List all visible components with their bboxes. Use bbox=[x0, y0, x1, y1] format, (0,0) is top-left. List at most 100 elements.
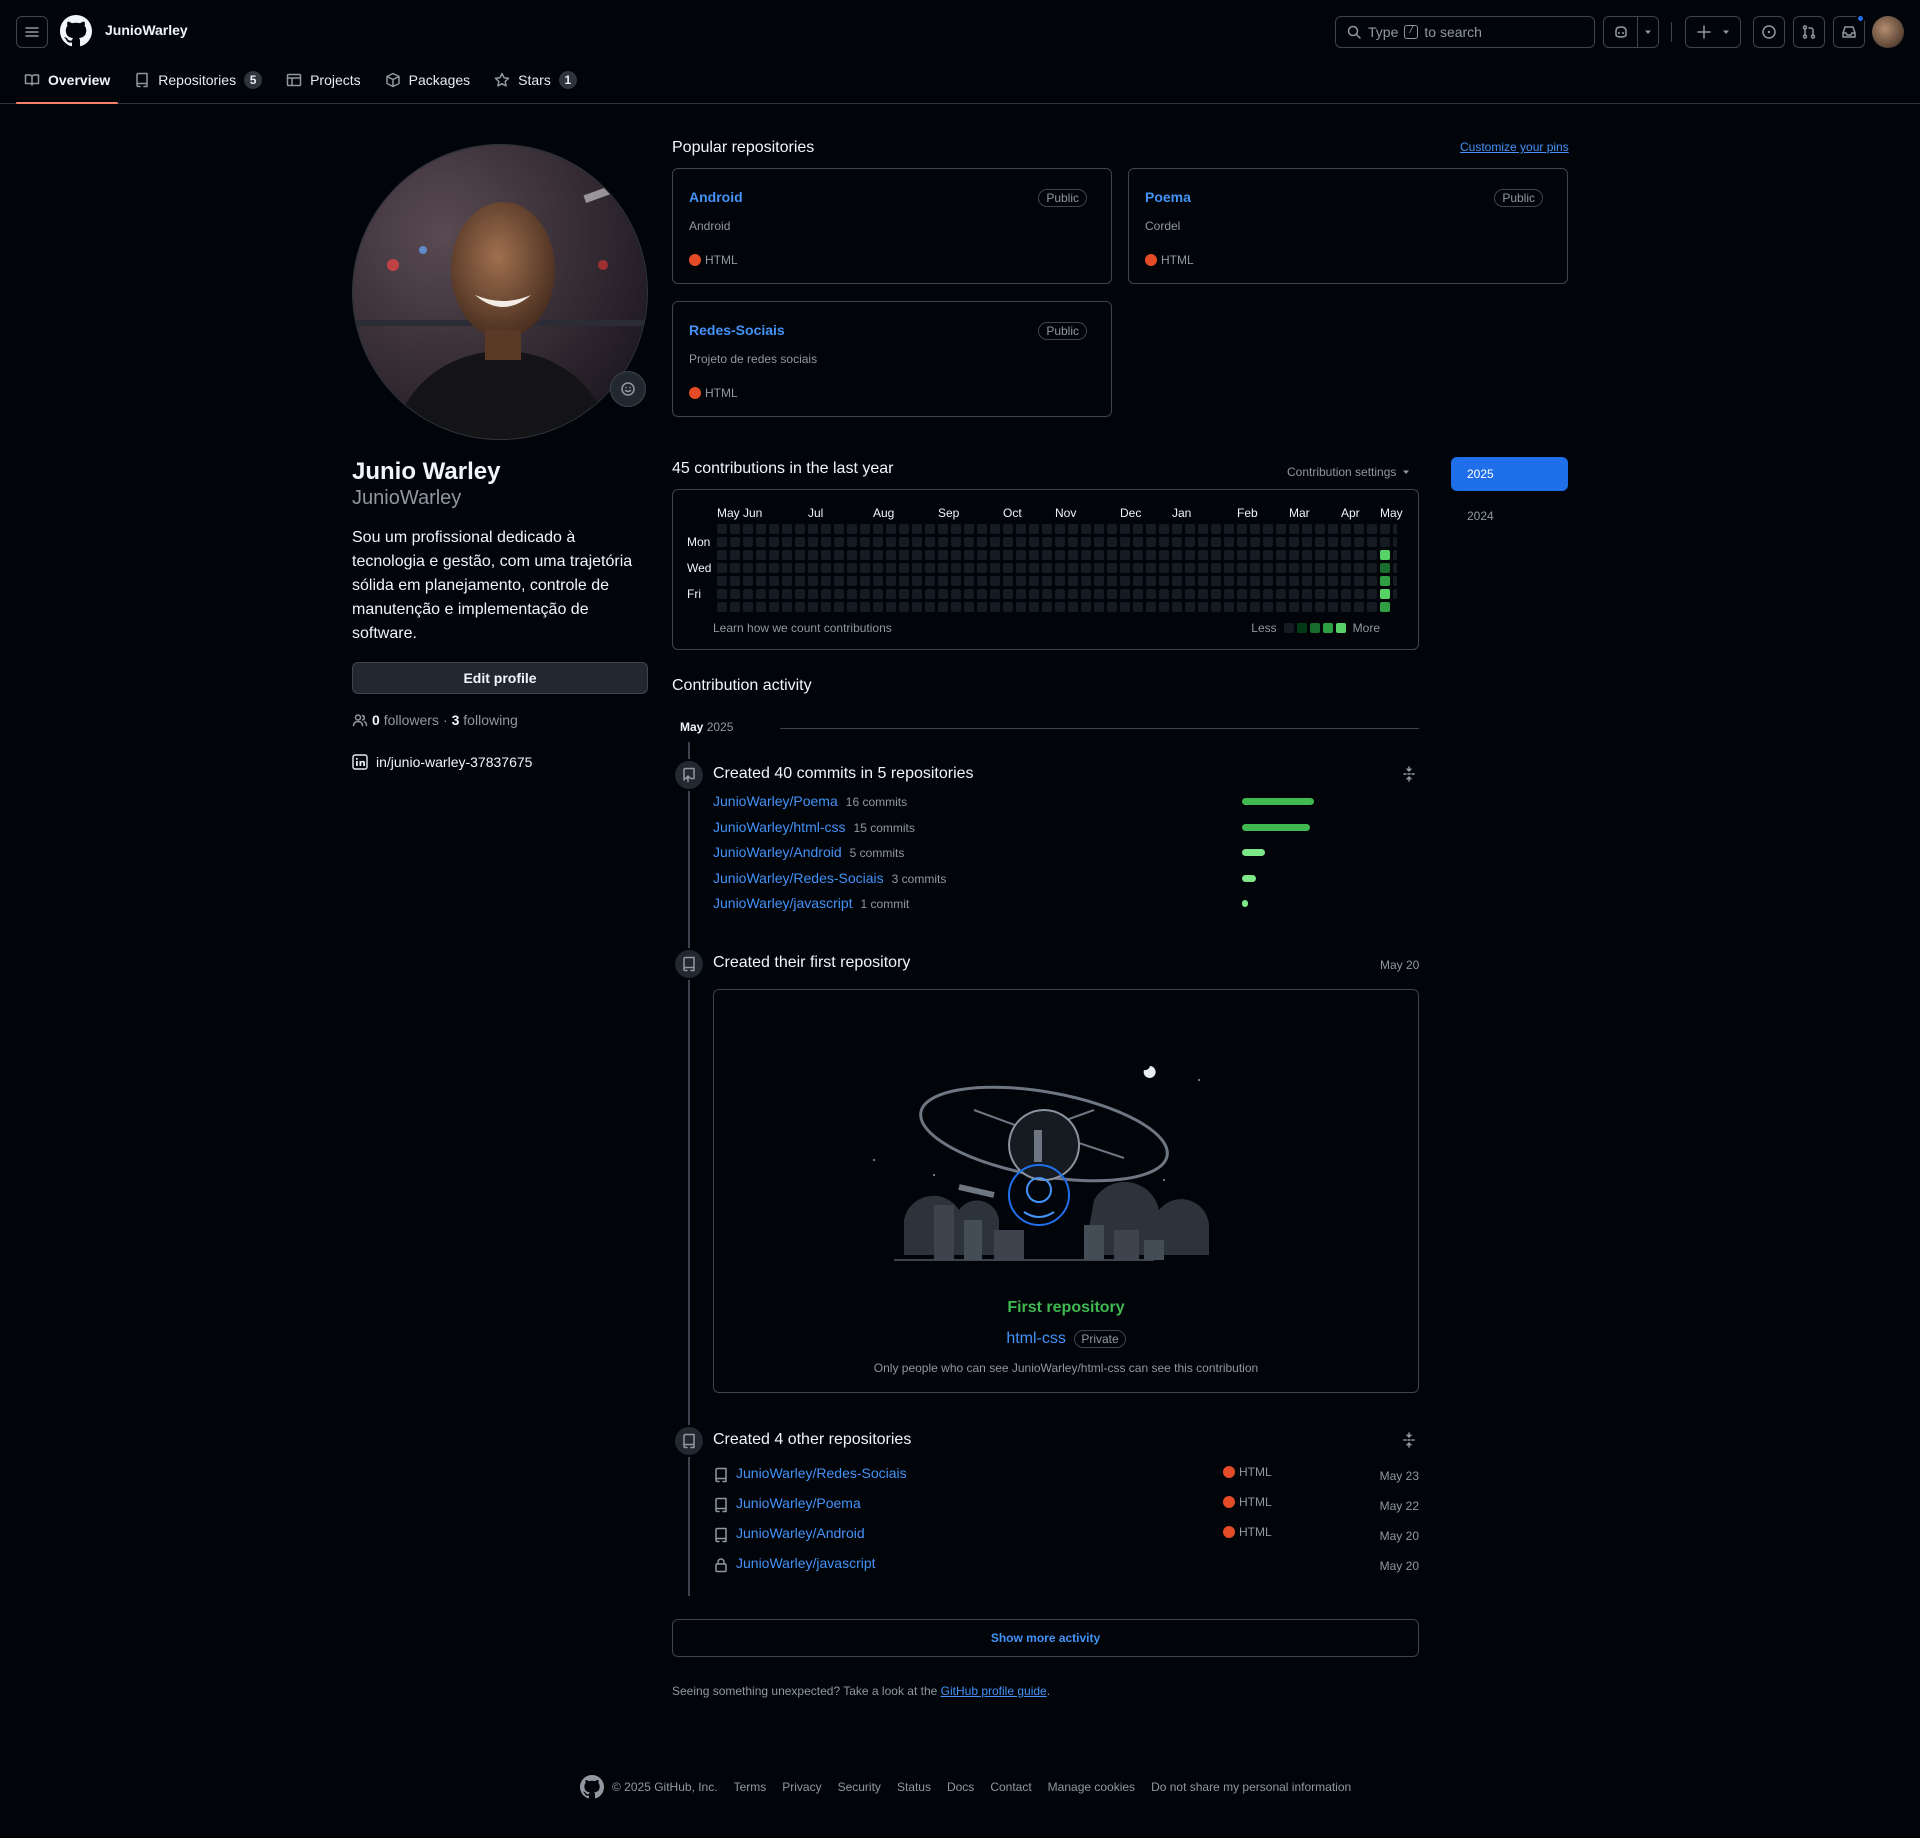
created-repo-link[interactable]: JunioWarley/Android bbox=[736, 1525, 865, 1541]
contribution-day[interactable] bbox=[1328, 537, 1338, 547]
contribution-day[interactable] bbox=[1094, 537, 1104, 547]
contribution-day[interactable] bbox=[1341, 602, 1351, 612]
first-repository-link[interactable]: html-css bbox=[1006, 1330, 1066, 1347]
contribution-day[interactable] bbox=[1159, 589, 1169, 599]
contribution-day[interactable] bbox=[1003, 524, 1013, 534]
contribution-day[interactable] bbox=[1328, 550, 1338, 560]
show-more-activity-button[interactable]: Show more activity bbox=[672, 1619, 1419, 1657]
contribution-day[interactable] bbox=[1211, 537, 1221, 547]
contribution-day[interactable] bbox=[1107, 550, 1117, 560]
contribution-day[interactable] bbox=[756, 602, 766, 612]
contribution-day[interactable] bbox=[1328, 589, 1338, 599]
contribution-settings-button[interactable]: Contribution settings bbox=[1287, 465, 1410, 479]
contribution-day[interactable] bbox=[1146, 589, 1156, 599]
contribution-day[interactable] bbox=[1042, 537, 1052, 547]
contribution-day[interactable] bbox=[886, 563, 896, 573]
contribution-day[interactable] bbox=[1263, 537, 1273, 547]
contribution-day[interactable] bbox=[938, 602, 948, 612]
contribution-day[interactable] bbox=[912, 576, 922, 586]
contribution-day[interactable] bbox=[743, 576, 753, 586]
contribution-day[interactable] bbox=[1276, 576, 1286, 586]
contribution-day[interactable] bbox=[1068, 550, 1078, 560]
contribution-day[interactable] bbox=[925, 537, 935, 547]
contribution-day[interactable] bbox=[1159, 524, 1169, 534]
contribution-day[interactable] bbox=[1380, 550, 1390, 560]
contribution-day[interactable] bbox=[1003, 589, 1013, 599]
contribution-day[interactable] bbox=[1250, 576, 1260, 586]
contribution-day[interactable] bbox=[1055, 589, 1065, 599]
contribution-day[interactable] bbox=[1315, 576, 1325, 586]
contribution-day[interactable] bbox=[977, 576, 987, 586]
contribution-day[interactable] bbox=[834, 537, 844, 547]
contribution-day[interactable] bbox=[717, 589, 727, 599]
contribution-day[interactable] bbox=[964, 589, 974, 599]
contribution-day[interactable] bbox=[782, 537, 792, 547]
search-input[interactable]: Type / to search bbox=[1335, 16, 1595, 48]
contribution-day[interactable] bbox=[1393, 524, 1397, 534]
tab-stars[interactable]: Stars 1 bbox=[486, 64, 585, 96]
contribution-day[interactable] bbox=[1211, 576, 1221, 586]
contribution-day[interactable] bbox=[912, 589, 922, 599]
context-username[interactable]: JunioWarley bbox=[105, 22, 188, 38]
contribution-day[interactable] bbox=[1068, 602, 1078, 612]
contribution-day[interactable] bbox=[899, 602, 909, 612]
contribution-day[interactable] bbox=[1289, 563, 1299, 573]
contribution-day[interactable] bbox=[1341, 589, 1351, 599]
contribution-day[interactable] bbox=[873, 602, 883, 612]
contribution-day[interactable] bbox=[782, 602, 792, 612]
contribution-day[interactable] bbox=[1133, 589, 1143, 599]
contribution-day[interactable] bbox=[1302, 576, 1312, 586]
contribution-day[interactable] bbox=[938, 524, 948, 534]
contribution-day[interactable] bbox=[1380, 602, 1390, 612]
contribution-day[interactable] bbox=[717, 563, 727, 573]
contribution-day[interactable] bbox=[1328, 563, 1338, 573]
contribution-day[interactable] bbox=[821, 602, 831, 612]
contribution-day[interactable] bbox=[925, 576, 935, 586]
contribution-day[interactable] bbox=[1107, 602, 1117, 612]
contribution-day[interactable] bbox=[1237, 537, 1247, 547]
commit-count[interactable]: 15 commits bbox=[854, 821, 915, 835]
contribution-day[interactable] bbox=[1107, 524, 1117, 534]
contribution-day[interactable] bbox=[977, 550, 987, 560]
commit-count[interactable]: 1 commit bbox=[861, 897, 910, 911]
contribution-day[interactable] bbox=[964, 602, 974, 612]
contribution-day[interactable] bbox=[821, 563, 831, 573]
contribution-day[interactable] bbox=[1133, 550, 1143, 560]
collapse-button[interactable] bbox=[1401, 1432, 1417, 1448]
contribution-day[interactable] bbox=[834, 602, 844, 612]
contribution-day[interactable] bbox=[1068, 563, 1078, 573]
contribution-day[interactable] bbox=[1159, 602, 1169, 612]
contribution-day[interactable] bbox=[1068, 589, 1078, 599]
pinned-repo-name[interactable]: Android bbox=[689, 189, 743, 205]
contribution-day[interactable] bbox=[951, 550, 961, 560]
contribution-day[interactable] bbox=[847, 524, 857, 534]
contribution-day[interactable] bbox=[1250, 550, 1260, 560]
contribution-day[interactable] bbox=[1302, 589, 1312, 599]
contribution-day[interactable] bbox=[795, 563, 805, 573]
contribution-day[interactable] bbox=[782, 563, 792, 573]
contribution-day[interactable] bbox=[795, 576, 805, 586]
contribution-day[interactable] bbox=[730, 576, 740, 586]
contribution-day[interactable] bbox=[938, 589, 948, 599]
contribution-day[interactable] bbox=[808, 550, 818, 560]
pinned-repo-name[interactable]: Poema bbox=[1145, 189, 1191, 205]
contribution-day[interactable] bbox=[769, 550, 779, 560]
contribution-day[interactable] bbox=[1263, 563, 1273, 573]
contribution-day[interactable] bbox=[769, 589, 779, 599]
contribution-day[interactable] bbox=[821, 537, 831, 547]
contribution-day[interactable] bbox=[912, 524, 922, 534]
contribution-day[interactable] bbox=[964, 563, 974, 573]
contribution-day[interactable] bbox=[1224, 589, 1234, 599]
contribution-day[interactable] bbox=[795, 537, 805, 547]
contribution-day[interactable] bbox=[886, 550, 896, 560]
contribution-day[interactable] bbox=[1016, 563, 1026, 573]
contribution-day[interactable] bbox=[899, 524, 909, 534]
contribution-day[interactable] bbox=[1367, 602, 1377, 612]
contribution-day[interactable] bbox=[1393, 589, 1397, 599]
footer-link-status[interactable]: Status bbox=[897, 1780, 931, 1794]
contribution-day[interactable] bbox=[912, 537, 922, 547]
contribution-day[interactable] bbox=[769, 524, 779, 534]
contribution-day[interactable] bbox=[1289, 537, 1299, 547]
contribution-day[interactable] bbox=[834, 563, 844, 573]
contribution-day[interactable] bbox=[1016, 576, 1026, 586]
